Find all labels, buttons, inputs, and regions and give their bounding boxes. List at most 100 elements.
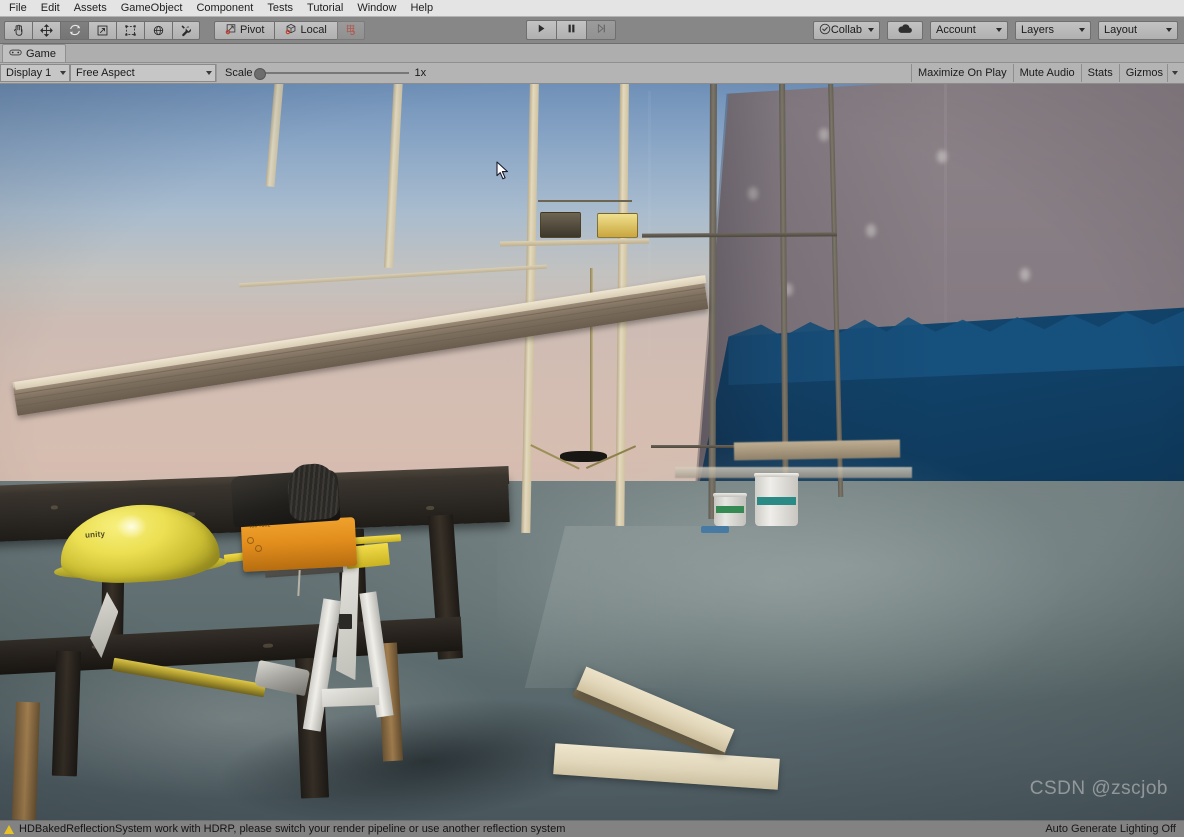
work-light-head-right bbox=[596, 212, 638, 238]
jigsaw-dial-2 bbox=[254, 544, 262, 552]
chevron-down-icon bbox=[1079, 28, 1085, 32]
menu-item-edit[interactable]: Edit bbox=[34, 1, 67, 16]
gizmos-button[interactable]: Gizmos bbox=[1118, 64, 1167, 82]
paint-bucket-large bbox=[754, 472, 799, 526]
bucket-lip bbox=[754, 472, 799, 477]
wooden-support-left bbox=[12, 701, 40, 820]
layers-dropdown[interactable]: Layers bbox=[1015, 20, 1091, 40]
menu-bar: File Edit Assets GameObject Component Te… bbox=[0, 0, 1184, 17]
scale-value: 1x bbox=[414, 67, 427, 79]
gizmos-dropdown[interactable] bbox=[1167, 64, 1184, 82]
paint-bucket-small bbox=[712, 493, 747, 526]
handle-label: Local bbox=[300, 24, 327, 36]
pivot-icon bbox=[225, 23, 237, 38]
chevron-down-icon bbox=[60, 71, 66, 75]
game-view-toolbar-right: Maximize On Play Mute Audio Stats Gizmos bbox=[910, 64, 1184, 82]
display-dropdown[interactable]: Display 1 bbox=[0, 64, 70, 82]
work-light-bar bbox=[537, 200, 633, 203]
layout-label: Layout bbox=[1104, 24, 1138, 36]
warning-triangle-icon bbox=[4, 824, 14, 834]
scale-tool-button[interactable] bbox=[88, 20, 116, 40]
bucket-lip bbox=[712, 493, 747, 498]
menu-item-tests[interactable]: Tests bbox=[260, 1, 300, 16]
workbench-leg-lower-left bbox=[52, 650, 82, 777]
move-icon bbox=[40, 23, 53, 37]
transform-icon bbox=[152, 24, 165, 37]
collab-button[interactable]: Collab bbox=[812, 20, 880, 40]
scale-slider[interactable] bbox=[253, 68, 409, 80]
collab-check-icon bbox=[819, 23, 831, 38]
gamepad-icon bbox=[9, 48, 22, 60]
bucket-label bbox=[715, 506, 744, 513]
game-view-toolbar: Display 1 Free Aspect Scale 1x Maximize … bbox=[0, 63, 1184, 84]
stats-button[interactable]: Stats bbox=[1080, 64, 1119, 82]
hand-icon bbox=[12, 24, 25, 37]
cloud-icon bbox=[897, 23, 913, 38]
menu-item-help[interactable]: Help bbox=[403, 1, 440, 16]
toolbar-right-group: Collab Account Layers Layout bbox=[812, 20, 1178, 40]
main-toolbar: Pivot Local Collab Account Layers Layout bbox=[0, 17, 1184, 44]
menu-item-file[interactable]: File bbox=[2, 1, 34, 16]
sawhorse-slot bbox=[338, 613, 352, 629]
menu-item-window[interactable]: Window bbox=[350, 1, 403, 16]
layers-label: Layers bbox=[1021, 24, 1055, 36]
display-label: Display 1 bbox=[6, 67, 52, 79]
rotate-tool-button[interactable] bbox=[60, 20, 88, 40]
maximize-on-play-button[interactable]: Maximize On Play bbox=[910, 64, 1013, 82]
account-label: Account bbox=[936, 24, 976, 36]
game-panel: Game Display 1 Free Aspect Scale 1x Maxi… bbox=[0, 44, 1184, 820]
grid-snap-button[interactable] bbox=[336, 20, 365, 40]
status-message: HDBakedReflectionSystem work with HDRP, … bbox=[19, 823, 566, 835]
play-controls-group bbox=[526, 20, 616, 40]
wrench-icon bbox=[180, 24, 193, 37]
move-tool-button[interactable] bbox=[32, 20, 60, 40]
custom-tool-button[interactable] bbox=[172, 20, 200, 40]
menu-item-gameobject[interactable]: GameObject bbox=[114, 1, 190, 16]
layout-dropdown[interactable]: Layout bbox=[1098, 20, 1178, 40]
menu-item-assets[interactable]: Assets bbox=[67, 1, 114, 16]
pivot-mode-button[interactable]: Pivot bbox=[214, 20, 275, 40]
transform-tool-button[interactable] bbox=[144, 20, 172, 40]
hard-hat-logo: unity bbox=[84, 529, 106, 540]
step-button[interactable] bbox=[586, 20, 616, 40]
mute-audio-button[interactable]: Mute Audio bbox=[1012, 64, 1081, 82]
play-icon bbox=[536, 23, 547, 37]
hard-hat-highlight bbox=[116, 513, 147, 539]
chevron-down-icon bbox=[206, 71, 212, 75]
status-bar[interactable]: HDBakedReflectionSystem work with HDRP, … bbox=[0, 820, 1184, 837]
sawhorse-foot-bar bbox=[321, 686, 380, 707]
collab-label: Collab bbox=[830, 24, 862, 36]
hand-tool-button[interactable] bbox=[4, 20, 32, 40]
scale-label: Scale bbox=[225, 67, 253, 79]
rect-tool-button[interactable] bbox=[116, 20, 144, 40]
bucket-label bbox=[757, 496, 797, 506]
game-viewport[interactable]: unity RAPTURE CSDN @zscjob bbox=[0, 84, 1184, 820]
chevron-down-icon bbox=[1166, 28, 1172, 32]
menu-item-tutorial[interactable]: Tutorial bbox=[300, 1, 350, 16]
scale-slider-knob[interactable] bbox=[253, 68, 266, 80]
paint-tray bbox=[700, 525, 730, 533]
grid-snap-icon bbox=[345, 23, 357, 38]
scale-control[interactable]: Scale 1x bbox=[216, 64, 435, 82]
pause-button[interactable] bbox=[556, 20, 586, 40]
tab-game[interactable]: Game bbox=[2, 44, 66, 62]
chevron-down-icon bbox=[868, 28, 874, 32]
menu-item-component[interactable]: Component bbox=[189, 1, 260, 16]
tab-game-label: Game bbox=[26, 47, 56, 60]
distant-lumber-stack bbox=[733, 439, 900, 461]
panel-tabstrip: Game bbox=[0, 44, 1184, 63]
account-dropdown[interactable]: Account bbox=[930, 20, 1008, 40]
scale-icon bbox=[96, 24, 109, 37]
aspect-dropdown[interactable]: Free Aspect bbox=[70, 64, 216, 82]
handle-mode-button[interactable]: Local bbox=[274, 20, 337, 40]
step-icon bbox=[596, 23, 607, 37]
rect-transform-icon bbox=[124, 24, 137, 37]
cube-icon bbox=[285, 23, 297, 38]
mouse-cursor bbox=[496, 161, 509, 180]
transform-tools-group bbox=[4, 20, 200, 40]
play-button[interactable] bbox=[526, 20, 556, 40]
aspect-label: Free Aspect bbox=[76, 67, 135, 79]
pivot-group: Pivot Local bbox=[214, 20, 365, 40]
auto-generate-lighting-status: Auto Generate Lighting Off bbox=[1045, 823, 1176, 835]
cloud-button[interactable] bbox=[887, 20, 923, 40]
